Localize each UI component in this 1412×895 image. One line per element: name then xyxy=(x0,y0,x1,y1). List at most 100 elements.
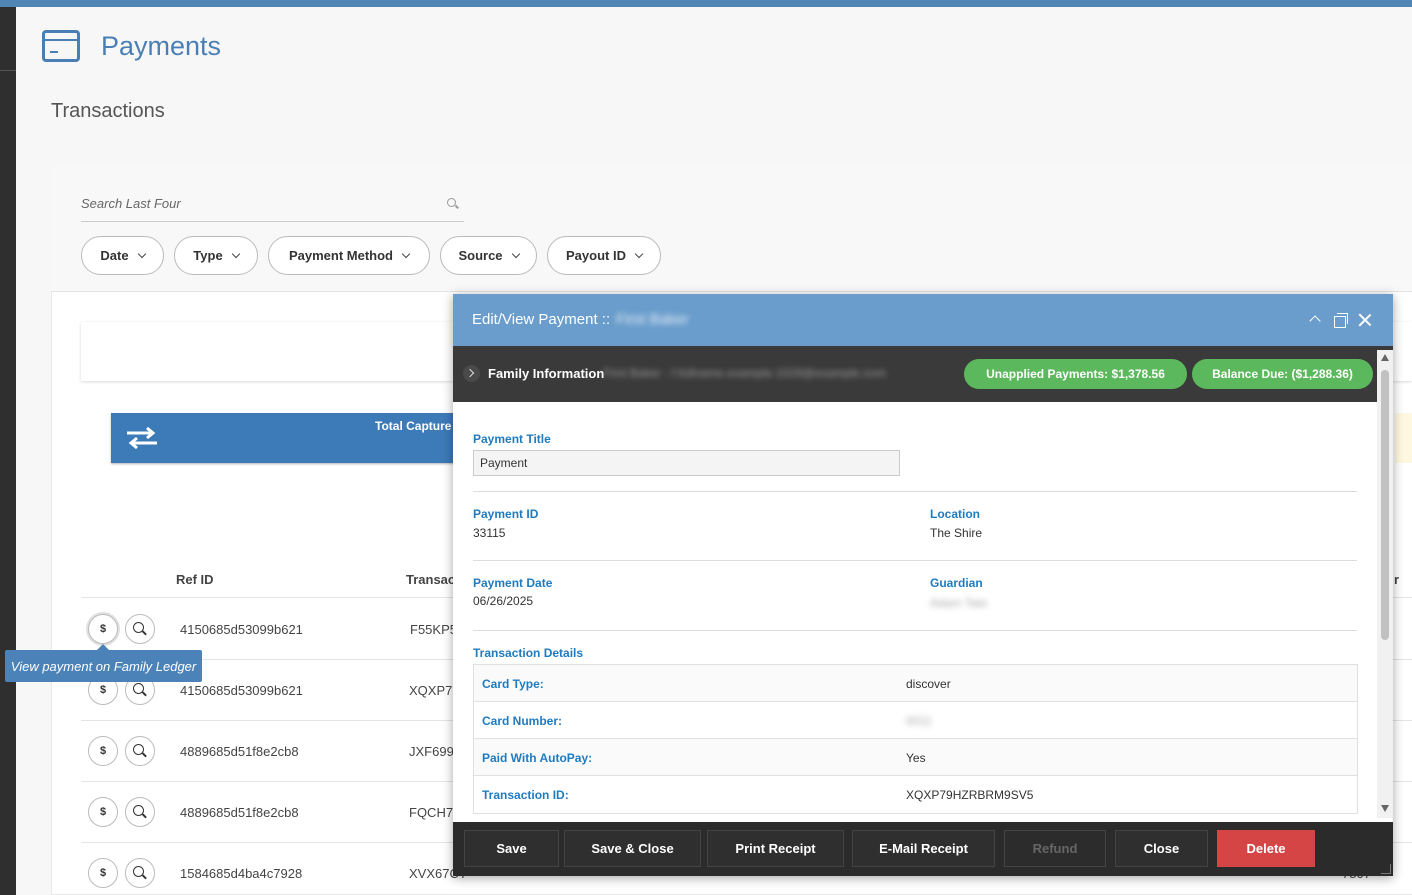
detail-row: Card Number: 0011 xyxy=(474,702,1357,739)
ledger-button[interactable]: $ xyxy=(88,858,118,888)
magnifier-icon xyxy=(133,744,144,755)
col-header-ref-id[interactable]: Ref ID xyxy=(176,572,214,587)
section-title: Transactions xyxy=(51,100,165,122)
ledger-tooltip: View payment on Family Ledger xyxy=(5,644,202,682)
modal-scrollbar[interactable] xyxy=(1377,350,1393,818)
scroll-down-icon[interactable] xyxy=(1381,805,1389,812)
view-button[interactable] xyxy=(125,797,155,827)
magnifier-icon xyxy=(133,805,144,816)
divider xyxy=(473,630,1357,631)
detail-value: discover xyxy=(906,677,951,691)
detail-value: Yes xyxy=(906,751,926,765)
payment-title-label: Payment Title xyxy=(473,432,551,446)
detail-value: 0011 xyxy=(906,714,932,728)
col-header-partial: r xyxy=(1394,572,1400,587)
left-sidebar xyxy=(0,7,16,895)
transaction-cell: FQCH7 xyxy=(409,805,454,820)
family-info-bar: Family Information First Baker - f.fulln… xyxy=(453,346,1393,402)
resize-handle[interactable] xyxy=(1381,864,1391,874)
search-input[interactable] xyxy=(81,192,421,214)
payment-date-value: 06/26/2025 xyxy=(473,594,534,608)
location-value: The Shire xyxy=(930,526,983,540)
transaction-cell: F55KP5 xyxy=(410,622,457,637)
scroll-thumb[interactable] xyxy=(1381,370,1389,640)
chevron-down-icon xyxy=(634,249,644,258)
magnifier-icon xyxy=(133,866,144,877)
filter-label: Type xyxy=(193,248,223,263)
detail-row: Card Type: discover xyxy=(474,665,1357,702)
col-header-transaction[interactable]: Transac xyxy=(406,572,455,587)
filter-label: Date xyxy=(100,248,129,263)
view-button[interactable] xyxy=(125,614,155,644)
close-button[interactable]: Close xyxy=(1115,830,1208,867)
guardian-label: Guardian xyxy=(930,576,983,590)
refund-button[interactable]: Refund xyxy=(1004,830,1106,867)
close-icon[interactable] xyxy=(1358,313,1372,327)
summary-strip xyxy=(1395,413,1412,463)
transaction-details-label: Transaction Details xyxy=(473,646,584,660)
guardian-value: Adam Tate xyxy=(930,596,988,610)
view-button[interactable] xyxy=(125,858,155,888)
filter-label: Payment Method xyxy=(288,248,393,263)
family-info-label[interactable]: Family Information xyxy=(488,366,604,381)
payment-id-label: Payment ID xyxy=(473,507,539,521)
credit-card-icon xyxy=(42,30,80,62)
magnifier-icon xyxy=(133,683,144,694)
filter-area xyxy=(51,166,1412,292)
save-close-button[interactable]: Save & Close xyxy=(564,830,701,867)
ledger-button[interactable]: $ xyxy=(88,736,118,766)
total-capture-label: Total Capture xyxy=(375,419,452,433)
chevron-down-icon xyxy=(137,249,146,258)
chevron-right-icon[interactable] xyxy=(463,365,480,382)
ref-id-cell: 4150685d53099b621 xyxy=(180,622,303,637)
maximize-icon[interactable] xyxy=(1333,313,1348,328)
search-icon[interactable] xyxy=(447,198,456,207)
ledger-button[interactable]: $ xyxy=(88,797,118,827)
filter-date[interactable]: Date xyxy=(81,236,164,275)
transaction-cell: XQXP79 xyxy=(409,683,460,698)
modal-title-family: First Baker xyxy=(616,311,689,328)
balance-due-badge: Balance Due: ($1,288.36) xyxy=(1192,359,1373,389)
view-button[interactable] xyxy=(125,736,155,766)
detail-key: Card Type: xyxy=(482,677,544,691)
collapse-icon[interactable] xyxy=(1308,313,1322,327)
scroll-up-icon[interactable] xyxy=(1381,354,1389,361)
save-button[interactable]: Save xyxy=(464,830,559,867)
filter-payment-method[interactable]: Payment Method xyxy=(268,236,430,275)
modal-footer: Save Save & Close Print Receipt E-Mail R… xyxy=(453,822,1393,876)
email-receipt-button[interactable]: E-Mail Receipt xyxy=(852,830,995,867)
search-box xyxy=(81,192,464,222)
detail-value: XQXP79HZRBRM9SV5 xyxy=(906,788,1034,802)
ledger-button[interactable]: $ xyxy=(88,614,118,644)
detail-row: Transaction ID: XQXP79HZRBRM9SV5 xyxy=(474,776,1357,813)
magnifier-icon xyxy=(133,622,144,633)
location-label: Location xyxy=(930,507,980,521)
page-title: Payments xyxy=(101,31,222,61)
filter-label: Source xyxy=(458,248,503,263)
chevron-down-icon xyxy=(511,249,520,258)
payment-title-input[interactable] xyxy=(473,450,900,476)
print-receipt-button[interactable]: Print Receipt xyxy=(707,830,844,867)
detail-row: Paid With AutoPay: Yes xyxy=(474,739,1357,776)
top-accent-bar xyxy=(0,0,1412,7)
detail-key: Paid With AutoPay: xyxy=(482,751,593,765)
divider xyxy=(473,560,1357,561)
edit-payment-modal: Edit/View Payment :: First Baker Family I… xyxy=(453,294,1393,876)
ref-id-cell: 1584685d4ba4c7928 xyxy=(180,866,303,881)
unapplied-payments-badge: Unapplied Payments: $1,378.56 xyxy=(964,359,1187,389)
payment-id-value: 33115 xyxy=(473,526,506,540)
total-capture-panel: Total Capture xyxy=(111,413,471,463)
swap-arrows-icon xyxy=(127,427,157,449)
filter-payout-id[interactable]: Payout ID xyxy=(547,236,661,275)
ref-id-cell: 4150685d53099b621 xyxy=(180,683,303,698)
modal-title-text: Edit/View Payment :: xyxy=(472,311,611,328)
payment-date-label: Payment Date xyxy=(473,576,553,590)
delete-button[interactable]: Delete xyxy=(1217,830,1315,867)
transaction-details-table: Card Type: discover Card Number: 0011 Pa… xyxy=(473,664,1358,814)
filter-type[interactable]: Type xyxy=(174,236,258,275)
filter-source[interactable]: Source xyxy=(440,236,537,275)
filter-label: Payout ID xyxy=(566,248,626,263)
modal-title-bar[interactable]: Edit/View Payment :: First Baker xyxy=(453,294,1393,346)
divider xyxy=(473,491,1357,492)
chevron-down-icon xyxy=(231,249,240,258)
